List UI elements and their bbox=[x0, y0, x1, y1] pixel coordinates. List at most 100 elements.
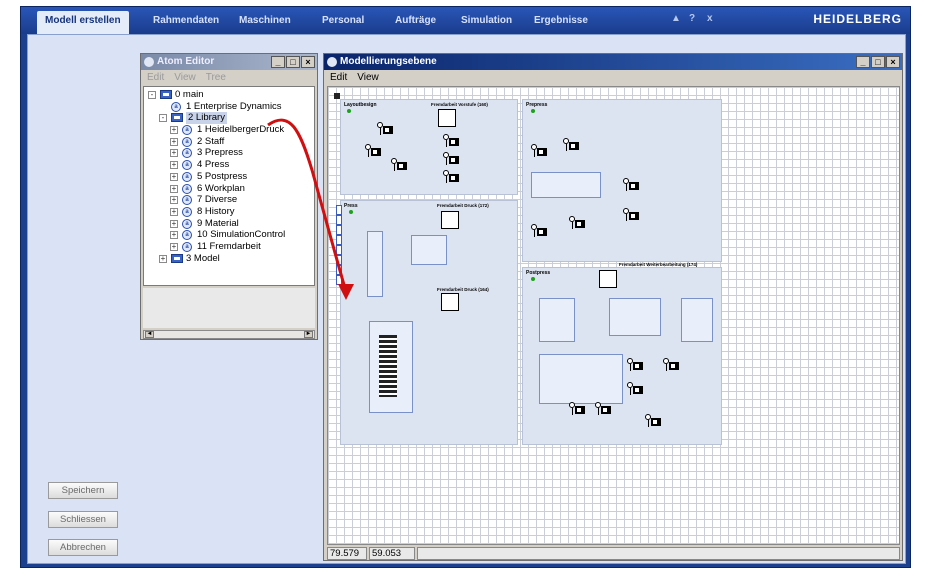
tree-row[interactable]: + a 9 Material bbox=[144, 218, 314, 230]
atom-tree[interactable]: -0 main a 1 Enterprise Dynamics -2 Library +… bbox=[143, 86, 315, 286]
queue-slot[interactable] bbox=[336, 265, 342, 275]
machine-group[interactable] bbox=[539, 354, 623, 404]
tree-row[interactable]: - 0 main bbox=[144, 89, 314, 101]
expand-icon[interactable]: + bbox=[170, 231, 178, 240]
model-titlebar[interactable]: Modellierungsebene _ □ × bbox=[324, 54, 902, 70]
machine-icon[interactable] bbox=[365, 144, 381, 158]
machine-group[interactable] bbox=[411, 235, 447, 265]
machine-icon[interactable] bbox=[443, 170, 459, 184]
machine-icon[interactable] bbox=[531, 224, 547, 238]
tree-row[interactable]: + a 1 HeidelbergerDruck bbox=[144, 124, 314, 136]
tree-row[interactable]: + a 5 Postpress bbox=[144, 171, 314, 183]
queue-slot[interactable] bbox=[336, 205, 342, 215]
expand-icon[interactable]: + bbox=[170, 207, 178, 216]
tree-row[interactable]: + a 8 History bbox=[144, 206, 314, 218]
queue-slot[interactable] bbox=[336, 225, 342, 235]
menu-edit[interactable]: Edit bbox=[147, 70, 164, 85]
tree-row[interactable]: + a 4 Press bbox=[144, 159, 314, 171]
machine-group[interactable] bbox=[681, 298, 713, 342]
machine-icon[interactable] bbox=[627, 358, 643, 372]
scroll-left-icon[interactable]: ◄ bbox=[145, 331, 154, 338]
machine-icon[interactable] bbox=[623, 208, 639, 222]
model-canvas[interactable]: Layoutbesign Fremdarbeit Vorstufe (160) … bbox=[327, 86, 900, 545]
fremdarbeit-node[interactable] bbox=[441, 293, 459, 311]
tree-row[interactable]: a 1 Enterprise Dynamics bbox=[144, 101, 314, 113]
menu-edit[interactable]: Edit bbox=[330, 70, 347, 85]
atom-editor-titlebar[interactable]: Atom Editor _ □ × bbox=[141, 54, 317, 70]
horizontal-scrollbar[interactable]: ◄ ► bbox=[143, 330, 315, 339]
expand-icon[interactable]: + bbox=[170, 161, 178, 170]
tab-rahmendaten[interactable]: Rahmendaten bbox=[153, 11, 219, 31]
close-icon[interactable]: × bbox=[301, 56, 315, 68]
collapse-icon[interactable]: - bbox=[159, 114, 167, 123]
menu-view[interactable]: View bbox=[357, 70, 379, 85]
machine-icon[interactable] bbox=[443, 152, 459, 166]
expand-icon[interactable]: + bbox=[170, 196, 178, 205]
tree-row[interactable]: + a 2 Staff bbox=[144, 136, 314, 148]
machine-group[interactable] bbox=[539, 298, 575, 342]
scroll-right-icon[interactable]: ► bbox=[304, 331, 313, 338]
machine-icon[interactable] bbox=[569, 402, 585, 416]
minimize-icon[interactable]: _ bbox=[271, 56, 285, 68]
maximize-icon[interactable]: □ bbox=[286, 56, 300, 68]
fremdarbeit-node[interactable] bbox=[441, 211, 459, 229]
machine-icon[interactable] bbox=[443, 134, 459, 148]
collapse-icon[interactable]: - bbox=[148, 91, 156, 99]
zone-press[interactable]: Press Fremdarbeit Druck (172) Fremdarbei… bbox=[340, 200, 518, 445]
tab-simulation[interactable]: Simulation bbox=[461, 11, 512, 31]
up-icon[interactable]: ▲ bbox=[671, 13, 681, 24]
expand-icon[interactable]: + bbox=[170, 126, 178, 135]
tree-row[interactable]: + a 3 Prepress bbox=[144, 147, 314, 159]
queue-slot[interactable] bbox=[336, 275, 342, 285]
queue-slot[interactable] bbox=[336, 235, 342, 245]
tab-personal[interactable]: Personal bbox=[322, 11, 364, 31]
queue-slot[interactable] bbox=[336, 245, 342, 255]
machine-icon[interactable] bbox=[563, 138, 579, 152]
tab-modell-erstellen[interactable]: Modell erstellen bbox=[37, 11, 129, 34]
queue-slot[interactable] bbox=[336, 215, 342, 225]
machine-icon[interactable] bbox=[627, 382, 643, 396]
help-icon[interactable]: ? bbox=[689, 13, 695, 24]
press-line[interactable] bbox=[367, 231, 383, 297]
queue-slot[interactable] bbox=[336, 255, 342, 265]
tree-row[interactable]: +3 Model bbox=[144, 253, 314, 265]
save-button[interactable]: Speichern bbox=[48, 482, 118, 499]
fremdarbeit-node[interactable] bbox=[599, 270, 617, 288]
minimize-icon[interactable]: _ bbox=[856, 56, 870, 68]
machine-icon[interactable] bbox=[595, 402, 611, 416]
tab-maschinen[interactable]: Maschinen bbox=[239, 11, 291, 31]
expand-icon[interactable]: + bbox=[170, 184, 178, 193]
maximize-icon[interactable]: □ bbox=[871, 56, 885, 68]
tab-ergebnisse[interactable]: Ergebnisse bbox=[534, 11, 588, 31]
tree-row[interactable]: - 2 Library bbox=[144, 112, 314, 125]
machine-icon[interactable] bbox=[623, 178, 639, 192]
tab-auftraege[interactable]: Aufträge bbox=[395, 11, 436, 31]
tree-row[interactable]: + a 6 Workplan bbox=[144, 183, 314, 195]
zone-prepress[interactable]: Prepress bbox=[522, 99, 722, 262]
zone-layout[interactable]: Layoutbesign Fremdarbeit Vorstufe (160) bbox=[340, 99, 518, 195]
machine-icon[interactable] bbox=[391, 158, 407, 172]
close-icon[interactable]: x bbox=[707, 13, 713, 24]
close-button[interactable]: Schliessen bbox=[48, 511, 118, 528]
cancel-button[interactable]: Abbrechen bbox=[48, 539, 118, 556]
press-machine[interactable] bbox=[379, 335, 397, 397]
expand-icon[interactable]: + bbox=[170, 172, 178, 181]
expand-icon[interactable]: + bbox=[170, 149, 178, 158]
machine-icon[interactable] bbox=[531, 144, 547, 158]
menu-tree[interactable]: Tree bbox=[206, 70, 226, 85]
machine-group[interactable] bbox=[531, 172, 601, 198]
machine-icon[interactable] bbox=[569, 216, 585, 230]
machine-icon[interactable] bbox=[377, 122, 393, 136]
machine-icon[interactable] bbox=[663, 358, 679, 372]
machine-group[interactable] bbox=[609, 298, 661, 336]
zone-postpress[interactable]: Postpress Fremdarbeit Weiterbearbeitung … bbox=[522, 262, 722, 445]
expand-icon[interactable]: + bbox=[170, 219, 178, 228]
menu-view[interactable]: View bbox=[174, 70, 196, 85]
tree-row[interactable]: + a 7 Diverse bbox=[144, 194, 314, 206]
tree-row[interactable]: + a 11 Fremdarbeit bbox=[144, 241, 314, 253]
expand-icon[interactable]: + bbox=[170, 137, 178, 146]
expand-icon[interactable]: + bbox=[170, 242, 178, 251]
machine-icon[interactable] bbox=[645, 414, 661, 428]
close-icon[interactable]: × bbox=[886, 56, 900, 68]
tree-row[interactable]: + a 10 SimulationControl bbox=[144, 229, 314, 241]
